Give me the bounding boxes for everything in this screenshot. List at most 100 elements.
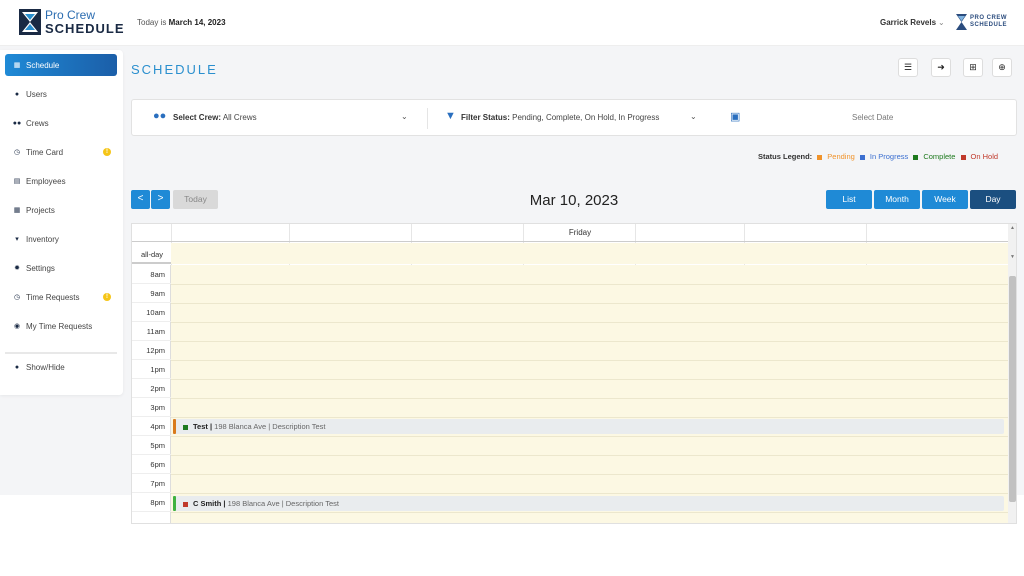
hour-label: 12pm [146, 346, 165, 355]
hour-label: 8pm [150, 498, 165, 507]
sidebar-item-settings[interactable]: ✹ Settings [5, 257, 117, 279]
crew-select-value: All Crews [222, 113, 257, 122]
sidebar-item-label: Settings [26, 263, 55, 273]
sidebar-item-users[interactable]: ● Users [5, 83, 117, 105]
sidebar-item-employees[interactable]: ▤ Employees [5, 170, 117, 192]
legend-item-pending: Pending [817, 152, 855, 161]
sidebar-divider [5, 352, 117, 354]
hour-line [171, 379, 1008, 380]
scrollbar-thumb[interactable] [1009, 276, 1016, 502]
calendar-scrollbar[interactable]: ▲ ▼ [1008, 224, 1016, 523]
hour-label: 11am [146, 327, 165, 336]
view-list-button[interactable]: List [826, 190, 872, 209]
add-button[interactable]: ⊕ [992, 58, 1012, 77]
time-axis: 8am 9am 10am 11am 12pm 1pm 2pm 3pm 4pm 5… [132, 265, 171, 523]
alert-badge: ! [103, 293, 111, 301]
sidebar-item-inventory[interactable]: ▾ Inventory [5, 228, 117, 250]
hourglass-logo-small-icon [956, 14, 967, 30]
sidebar-item-label: Time Card [26, 147, 64, 157]
sidebar-item-label: Crews [26, 118, 49, 128]
hour-line [171, 398, 1008, 399]
all-day-cell[interactable] [171, 243, 1008, 264]
hour-line [171, 303, 1008, 304]
next-button[interactable]: > [151, 190, 170, 209]
indent-list-button[interactable]: ☰ [898, 58, 918, 77]
sidebar-item-crews[interactable]: ●● Crews [5, 112, 117, 134]
hour-line [171, 512, 1008, 513]
users-icon: ●● [12, 119, 22, 127]
expand-grid-button[interactable]: ⊞ [963, 58, 983, 77]
event-address: 198 Blanca Ave [227, 499, 280, 508]
alert-badge: ! [103, 148, 111, 156]
sidebar-item-projects[interactable]: ▦ Projects [5, 199, 117, 221]
hour-line [171, 474, 1008, 475]
top-bar: Pro Crew SCHEDULE Today is March 14, 202… [0, 0, 1024, 46]
sidebar-item-label: Time Requests [26, 292, 80, 302]
basket-icon: ▾ [15, 236, 19, 243]
hourglass-logo-icon [19, 9, 41, 35]
hour-slot: 7pm [132, 474, 171, 493]
chevron-down-icon[interactable]: ⌄ [401, 112, 408, 121]
hour-label: 10am [146, 308, 165, 317]
today-prefix: Today is [137, 18, 167, 27]
hour-label: 4pm [150, 422, 165, 431]
sidebar-item-schedule[interactable]: ▦ Schedule [5, 54, 117, 76]
all-day-row[interactable]: all-day [132, 243, 1008, 264]
calendar-icon: ▦ [13, 62, 21, 69]
chevron-down-icon[interactable]: ⌄ [690, 112, 697, 121]
status-dot [183, 501, 188, 507]
day-header: Friday [568, 228, 592, 237]
hour-label: 1pm [150, 365, 165, 374]
status-filter-select[interactable]: Filter Status: Pending, Complete, On Hol… [461, 113, 659, 122]
event-title: Test [193, 422, 208, 431]
legend-item-in-progress: In Progress [859, 152, 908, 161]
today-date: March 14, 2023 [168, 18, 226, 27]
crew-select[interactable]: Select Crew: All Crews [173, 113, 257, 122]
date-picker-input[interactable]: Select Date [852, 113, 893, 122]
scroll-down-icon[interactable]: ▼ [1008, 254, 1016, 260]
status-legend: Status Legend: Pending In Progress Compl… [758, 152, 998, 161]
sign-out-button[interactable]: ➜ [931, 58, 951, 77]
user-menu[interactable]: Garrick Revels ⌄ [880, 18, 945, 27]
today-button[interactable]: Today [173, 190, 218, 209]
event-address: 198 Blanca Ave [214, 422, 267, 431]
scroll-up-icon[interactable]: ▲ [1008, 225, 1016, 231]
hour-line [171, 360, 1008, 361]
event-color-bar [173, 419, 176, 434]
calendar-header: Friday [132, 224, 1016, 242]
view-day-button[interactable]: Day [970, 190, 1016, 209]
clock-icon: ◷ [13, 294, 21, 301]
app-root: Pro Crew SCHEDULE Today is March 14, 202… [0, 0, 1024, 576]
sidebar-item-time-card[interactable]: ◷ Time Card ! [5, 141, 117, 163]
user-name: Garrick Revels [880, 18, 937, 27]
hour-line [171, 455, 1008, 456]
grid-icon: ▦ [13, 207, 21, 214]
sidebar-item-label: Inventory [26, 234, 59, 244]
calendar-event[interactable]: Test | 198 Blanca Ave | Description Test [173, 419, 1004, 434]
calendar-title: Mar 10, 2023 [529, 192, 619, 209]
day-slot-area[interactable] [171, 265, 1008, 523]
view-week-button[interactable]: Week [922, 190, 968, 209]
show-hide-label: Show/Hide [26, 362, 65, 372]
hour-label: 6pm [150, 460, 165, 469]
user-icon: ● [14, 90, 20, 98]
calendar-icon[interactable]: ▣ [730, 110, 740, 123]
event-description: Description Test [285, 499, 339, 508]
sidebar-item-label: Schedule [26, 60, 60, 70]
sidebar-item-label: My Time Requests [26, 321, 93, 331]
gear-icon: ✹ [14, 265, 20, 272]
sidebar-item-label: Employees [26, 176, 66, 186]
sidebar-item-my-time-requests[interactable]: ◉ My Time Requests [5, 315, 117, 337]
app-logo[interactable]: Pro Crew SCHEDULE [18, 8, 125, 36]
show-hide-toggle[interactable]: ● Show/Hide [5, 356, 117, 378]
filter-icon: ▼ [445, 110, 456, 122]
calendar-event[interactable]: C Smith | 198 Blanca Ave | Description T… [173, 496, 1004, 511]
event-title: C Smith [193, 499, 222, 508]
hour-label: 3pm [150, 403, 165, 412]
hour-slot: 1pm [132, 360, 171, 379]
hour-slot: 11am [132, 322, 171, 341]
prev-button[interactable]: < [131, 190, 150, 209]
hour-line [171, 417, 1008, 418]
sidebar-item-time-requests[interactable]: ◷ Time Requests ! [5, 286, 117, 308]
view-month-button[interactable]: Month [874, 190, 920, 209]
